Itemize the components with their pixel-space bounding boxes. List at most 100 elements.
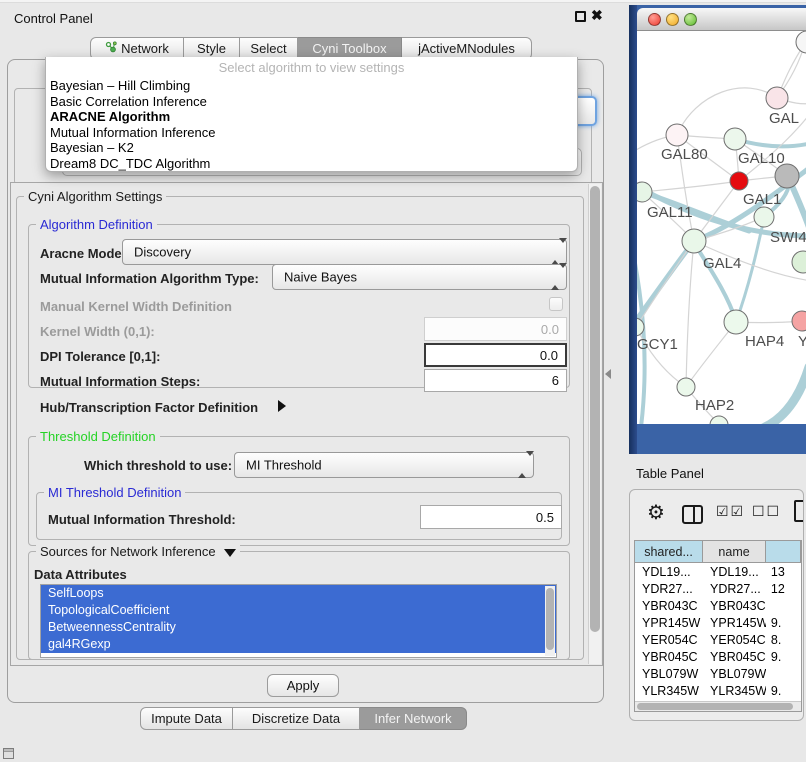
stepper-arrows-icon (551, 268, 559, 286)
deselect-all-checkboxes-icon[interactable]: ☐☐ (752, 503, 781, 520)
aracne-mode-select[interactable]: Discovery (122, 239, 567, 265)
close-icon[interactable]: ✖ (591, 7, 603, 24)
expand-right-icon[interactable] (278, 400, 286, 412)
close-traffic-light-icon[interactable] (648, 13, 661, 26)
column-header[interactable]: shared... (635, 541, 703, 562)
table-cell: 13 (766, 563, 801, 580)
network-node[interactable] (792, 251, 806, 273)
column-header[interactable]: name (703, 541, 766, 562)
which-threshold-value: MI Threshold (246, 458, 322, 473)
mi-steps-field[interactable]: 6 (424, 369, 567, 392)
select-all-checkboxes-icon[interactable]: ☑☑ (716, 503, 745, 520)
tab-label: Network (121, 41, 169, 56)
mi-algorithm-type-select[interactable]: Naive Bayes (272, 264, 567, 290)
network-node-gal1[interactable] (730, 172, 748, 190)
table-row[interactable]: YLR345WYLR345W9. (635, 682, 801, 699)
table-row[interactable]: YBR045CYBR045C9. (635, 648, 801, 665)
tab-impute-data[interactable]: Impute Data (140, 707, 233, 730)
table-row[interactable]: YBL079WYBL079W (635, 665, 801, 682)
which-threshold-select[interactable]: MI Threshold (234, 452, 534, 478)
algorithm-option[interactable]: Basic Correlation Inference (46, 94, 577, 110)
attribute-item[interactable]: TopologicalCoefficient (41, 602, 556, 619)
apply-button[interactable]: Apply (267, 674, 339, 697)
kernel-width-field[interactable]: 0.0 (424, 317, 567, 341)
network-edge[interactable] (642, 181, 739, 192)
mi-threshold-field[interactable]: 0.5 (420, 505, 562, 529)
table-cell: 9. (766, 682, 801, 699)
network-node-gal10[interactable] (724, 128, 746, 150)
network-node-hap4[interactable] (724, 310, 748, 334)
network-window-titlebar[interactable] (637, 8, 806, 31)
splitter-collapse-icon[interactable] (605, 369, 611, 379)
table-horizontal-scrollbar[interactable] (635, 701, 801, 711)
node-label-gal10: GAL10 (738, 150, 785, 167)
column-header[interactable] (766, 541, 801, 562)
dpi-tolerance-label: DPI Tolerance [0,1]: (40, 349, 160, 364)
table-cell: 9. (766, 648, 801, 665)
node-label-gcy1: GCY1 (637, 336, 678, 353)
zoom-traffic-light-icon[interactable] (684, 13, 697, 26)
tab-discretize-data[interactable]: Discretize Data (233, 707, 360, 730)
table-cell: YBR045C (635, 648, 703, 665)
algorithm-option[interactable]: Dream8 DC_TDC Algorithm (46, 156, 577, 172)
network-edge[interactable] (755, 367, 806, 424)
attributes-scrollbar[interactable] (545, 586, 555, 656)
attributes-scrollbar-thumb[interactable] (546, 588, 554, 650)
columns-icon[interactable] (682, 505, 703, 524)
attribute-item[interactable]: SelfLoops (41, 585, 556, 602)
gear-icon[interactable]: ⚙ (647, 503, 665, 523)
network-node[interactable] (775, 164, 799, 188)
table-row[interactable]: YER054CYER054C8. (635, 631, 801, 648)
threshold-definition-title: Threshold Definition (36, 429, 160, 444)
mi-threshold-label: Mutual Information Threshold: (48, 512, 236, 527)
data-attributes-list[interactable]: SelfLoopsTopologicalCoefficientBetweenne… (40, 584, 557, 658)
manual-kernel-label: Manual Kernel Width Definition (40, 299, 232, 314)
tab-infer-network[interactable]: Infer Network (360, 707, 467, 730)
table-cell: YLR345W (703, 682, 766, 699)
table-panel: ⚙ ☑☑ ☐☐ shared...name YDL19...YDL19...13… (629, 489, 804, 721)
table-cell (766, 665, 801, 682)
window-grid-icon[interactable] (3, 748, 14, 759)
network-node-hap2[interactable] (677, 378, 695, 396)
hub-definition-label: Hub/Transcription Factor Definition (40, 400, 258, 415)
network-edge[interactable] (686, 241, 694, 387)
node-label-swi4: SWI4 (770, 229, 806, 246)
network-node-y[interactable] (792, 311, 806, 331)
table-row[interactable]: YPR145WYPR145W9. (635, 614, 801, 631)
algorithm-option[interactable]: Bayesian – Hill Climbing (46, 78, 577, 94)
network-edge[interactable] (637, 241, 694, 327)
algorithm-option[interactable]: ARACNE Algorithm (46, 109, 577, 125)
mi-algorithm-type-value: Naive Bayes (284, 270, 357, 285)
table-row[interactable]: YBR043CYBR043C (635, 597, 801, 614)
network-node-gal4[interactable] (682, 229, 706, 253)
file-icon[interactable] (794, 500, 804, 522)
mi-steps-label: Mutual Information Steps: (40, 374, 200, 389)
table-row[interactable]: YDL19...YDL19...13 (635, 563, 801, 580)
table-row[interactable]: YDR27...YDR27...12 (635, 580, 801, 597)
minimize-traffic-light-icon[interactable] (666, 13, 679, 26)
data-attributes-label: Data Attributes (34, 567, 127, 582)
algorithm-option[interactable]: Mutual Information Inference (46, 125, 577, 141)
mi-algorithm-type-label: Mutual Information Algorithm Type: (40, 271, 259, 286)
attribute-item[interactable]: BetweennessCentrality (41, 619, 556, 636)
sources-group-title: Sources for Network Inference (36, 544, 240, 559)
node-label-y: Y (798, 333, 806, 350)
node-label-hap4: HAP4 (745, 333, 784, 350)
network-node-gal[interactable] (766, 87, 788, 109)
network-node[interactable] (796, 31, 806, 53)
network-node-gal11[interactable] (637, 182, 652, 202)
node-label-gal1: GAL1 (743, 191, 781, 208)
network-edge[interactable] (677, 88, 777, 135)
settings-scrollbar-thumb[interactable] (590, 186, 600, 632)
network-canvas[interactable]: GALGAL80GAL10GAL1GAL11SWI4GAL4GCY1HAP4YH… (637, 31, 806, 424)
algorithm-option[interactable]: Bayesian – K2 (46, 140, 577, 156)
float-window-icon[interactable] (575, 11, 586, 22)
attribute-item[interactable]: gal4RGexp (41, 636, 556, 653)
network-node-gal80[interactable] (666, 124, 688, 146)
table-cell: YPR145W (635, 614, 703, 631)
network-node-swi4[interactable] (754, 207, 774, 227)
manual-kernel-checkbox[interactable] (549, 297, 563, 311)
collapse-down-icon[interactable] (224, 549, 236, 557)
dpi-tolerance-field[interactable]: 0.0 (424, 343, 567, 367)
table-hscroll-thumb[interactable] (637, 703, 793, 710)
